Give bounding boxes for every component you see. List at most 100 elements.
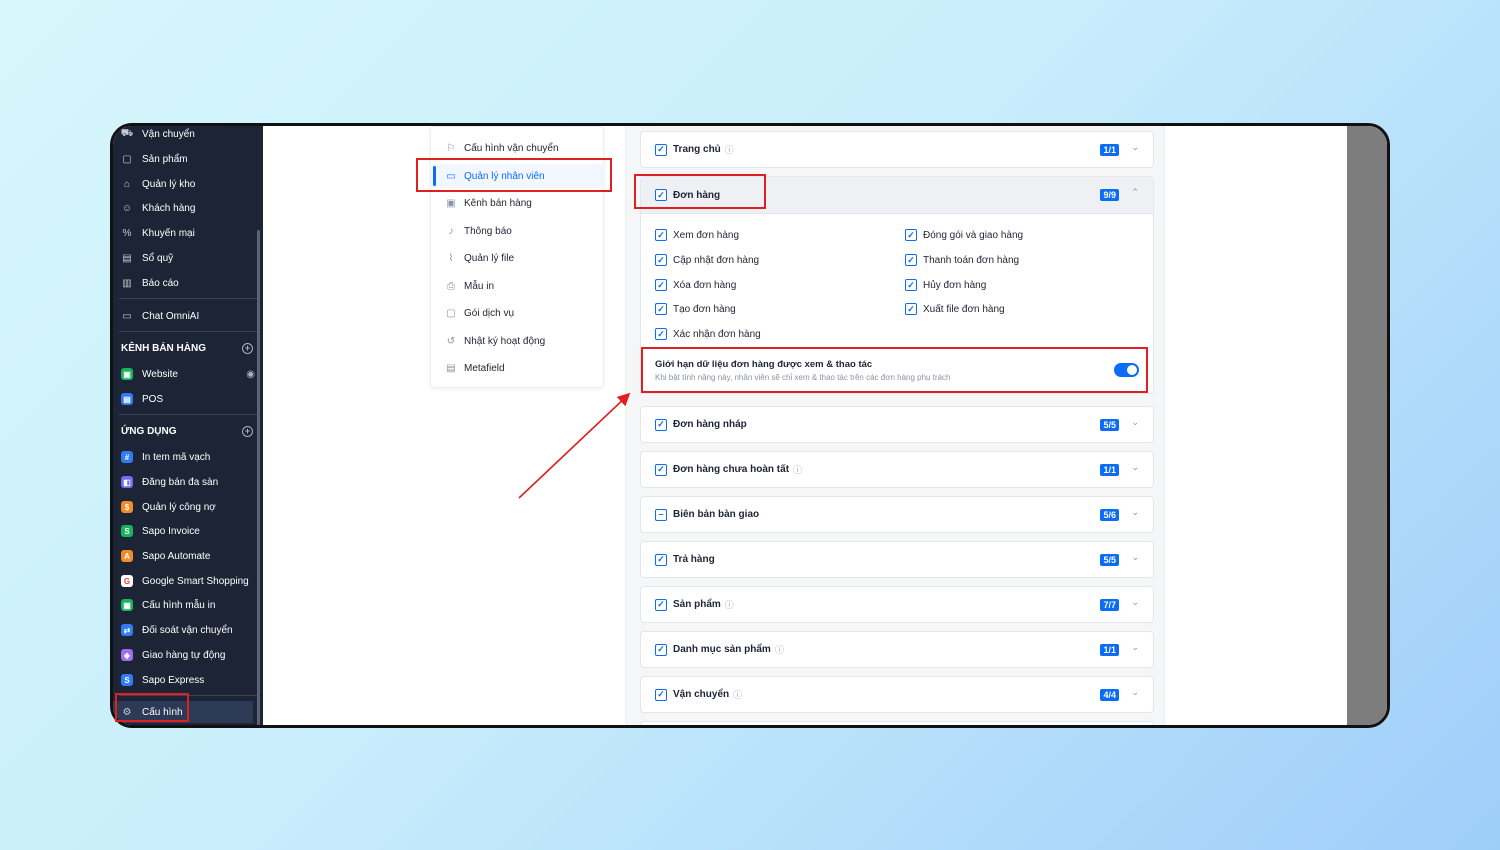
submenu-staff-management[interactable]: ▭ Quản lý nhân viên: [431, 164, 605, 188]
count-badge: 5/6: [1100, 509, 1119, 521]
perm-export-orders[interactable]: ✓ Xuất file đơn hàng: [905, 303, 1005, 315]
chevron-down-icon[interactable]: ⌄: [1131, 552, 1139, 563]
sidebar-item-shipping[interactable]: ⛟ Vận chuyển: [113, 126, 263, 145]
checkbox-checked-icon[interactable]: ✓: [655, 643, 667, 656]
checkbox-checked-icon[interactable]: ✓: [655, 688, 667, 701]
sidebar-app-barcode[interactable]: # In tem mã vạch: [113, 446, 263, 468]
checkbox-checked-icon[interactable]: ✓: [655, 143, 667, 156]
submenu-sales-channels[interactable]: ▣ Kênh bán hàng: [431, 191, 605, 215]
sidebar-item-settings[interactable]: ⚙ Cấu hình: [113, 701, 253, 723]
sidebar-item-products[interactable]: ▢ Sản phẩm: [113, 148, 263, 170]
auto-delivery-icon: ◈: [121, 649, 133, 661]
checkbox-checked-icon[interactable]: ✓: [655, 303, 667, 315]
perm-cancel-orders[interactable]: ✓ Hủy đơn hàng: [905, 279, 986, 291]
sidebar-item-chat[interactable]: ▭ Chat OmniAI: [113, 305, 263, 327]
permission-group-products[interactable]: ✓ Sản phẩm ⓘ 7/7 ⌄: [640, 586, 1154, 623]
submenu-notifications[interactable]: ♪ Thông báo: [431, 219, 605, 243]
sidebar-app-multichannel[interactable]: ◧ Đăng bán đa sàn: [113, 471, 263, 493]
sidebar-app-reconcile[interactable]: ⇄ Đối soát vận chuyển: [113, 619, 263, 641]
orders-header[interactable]: ✓ Đơn hàng 9/9 ⌃: [641, 177, 1153, 214]
chevron-down-icon[interactable]: ⌄: [1131, 597, 1139, 608]
permission-group-orders: ✓ Đơn hàng 9/9 ⌃ ✓ Xem đơn hàng ✓ Cập nhật…: [640, 176, 1154, 394]
sidebar-item-cashbook[interactable]: ▤ Sổ quỹ: [113, 247, 263, 269]
help-icon[interactable]: ⓘ: [725, 598, 734, 611]
sidebar-app-print-template[interactable]: ▦ Cấu hình mẫu in: [113, 594, 263, 616]
perm-view-orders[interactable]: ✓ Xem đơn hàng: [655, 229, 739, 241]
sidebar-item-reports[interactable]: ▥ Báo cáo: [113, 272, 263, 294]
submenu-metafield[interactable]: ▤ Metafield: [431, 356, 605, 380]
checkbox-checked-icon[interactable]: ✓: [905, 303, 917, 315]
sidebar-app-invoice[interactable]: S Sapo Invoice: [113, 520, 263, 542]
permission-group-draft-orders[interactable]: ✓ Đơn hàng nháp 5/5 ⌄: [640, 406, 1154, 443]
checkbox-checked-icon[interactable]: ✓: [655, 463, 667, 476]
perm-confirm-orders[interactable]: ✓ Xác nhận đơn hàng: [655, 328, 761, 340]
reconcile-icon: ⇄: [121, 624, 133, 636]
sidebar-app-express[interactable]: S Sapo Express: [113, 669, 263, 691]
perm-delete-orders[interactable]: ✓ Xóa đơn hàng: [655, 279, 736, 291]
submenu-service-packages[interactable]: ▢ Gói dịch vụ: [431, 301, 605, 325]
eye-icon[interactable]: ◉: [246, 369, 255, 380]
submenu-file-management[interactable]: ⌇ Quản lý file: [431, 246, 605, 270]
website-icon: ▣: [121, 368, 133, 380]
checkbox-checked-icon[interactable]: ✓: [655, 279, 667, 291]
permission-group-shipping[interactable]: ✓ Vận chuyển ⓘ 4/4 ⌄: [640, 676, 1154, 713]
history-icon: ↺: [446, 335, 456, 347]
permission-group-categories[interactable]: ✓ Danh mục sản phẩm ⓘ 1/1 ⌄: [640, 631, 1154, 668]
bell-icon: ♪: [448, 225, 454, 237]
permission-group-next[interactable]: [640, 721, 1154, 725]
chevron-up-icon[interactable]: ⌃: [1131, 187, 1139, 198]
checkbox-checked-icon[interactable]: ✓: [905, 279, 917, 291]
sidebar-app-debt[interactable]: $ Quản lý công nợ: [113, 496, 263, 518]
chevron-down-icon[interactable]: ⌄: [1131, 417, 1139, 428]
count-badge: 4/4: [1100, 689, 1119, 701]
perm-pack-ship[interactable]: ✓ Đóng gói và giao hàng: [905, 229, 1023, 241]
sidebar-item-customers[interactable]: ☺ Khách hàng: [113, 197, 263, 219]
shipping-config-icon: ⚐: [446, 142, 456, 154]
count-badge: 1/1: [1100, 464, 1119, 476]
help-icon[interactable]: ⓘ: [793, 463, 802, 476]
checkbox-checked-icon[interactable]: ✓: [655, 229, 667, 241]
checkbox-checked-icon[interactable]: ✓: [655, 328, 667, 340]
help-icon[interactable]: ⓘ: [775, 643, 784, 656]
submenu-activity-log[interactable]: ↺ Nhật ký hoạt động: [431, 329, 605, 353]
permission-group-home[interactable]: ✓ Trang chủ ⓘ 1/1 ⌄: [640, 131, 1154, 168]
limit-data-toggle[interactable]: [1114, 363, 1139, 377]
count-badge: 1/1: [1100, 144, 1119, 156]
submenu-print-templates[interactable]: ⎙ Mẫu in: [431, 274, 605, 298]
checkbox-checked-icon[interactable]: ✓: [655, 189, 667, 201]
checkbox-checked-icon[interactable]: ✓: [655, 598, 667, 611]
sidebar-app-automate[interactable]: A Sapo Automate: [113, 545, 263, 567]
perm-pay-orders[interactable]: ✓ Thanh toán đơn hàng: [905, 254, 1019, 266]
permission-group-returns[interactable]: ✓ Trả hàng 5/5 ⌄: [640, 541, 1154, 578]
chevron-down-icon[interactable]: ⌄: [1131, 687, 1139, 698]
sidebar-item-pos[interactable]: ▤ POS: [113, 388, 263, 410]
sidebar-app-auto-delivery[interactable]: ◈ Giao hàng tự động: [113, 644, 263, 666]
limit-data-title: Giới hạn dữ liệu đơn hàng được xem & tha…: [655, 359, 873, 370]
checkbox-checked-icon[interactable]: ✓: [655, 553, 667, 566]
chevron-down-icon[interactable]: ⌄: [1131, 642, 1139, 653]
checkbox-checked-icon[interactable]: ✓: [655, 418, 667, 431]
sidebar-app-google[interactable]: G Google Smart Shopping: [113, 570, 263, 592]
help-icon[interactable]: ⓘ: [725, 143, 734, 156]
checkbox-partial-icon[interactable]: –: [655, 508, 667, 521]
add-app-icon[interactable]: +: [242, 425, 253, 437]
checkbox-checked-icon[interactable]: ✓: [655, 254, 667, 266]
add-channel-icon[interactable]: +: [242, 342, 253, 354]
sidebar-item-promotions[interactable]: % Khuyến mại: [113, 222, 263, 244]
help-icon[interactable]: ⓘ: [733, 688, 742, 701]
sidebar-item-warehouse[interactable]: ⌂ Quản lý kho: [113, 173, 263, 195]
submenu-shipping-config[interactable]: ⚐ Cấu hình vận chuyển: [431, 136, 605, 160]
count-badge: 5/5: [1100, 419, 1119, 431]
sidebar-scrollbar[interactable]: [257, 230, 260, 725]
sidebar-item-website[interactable]: ▣ Website ◉: [113, 363, 263, 385]
permission-group-handover[interactable]: – Biên bản bàn giao 5/6 ⌄: [640, 496, 1154, 533]
perm-update-orders[interactable]: ✓ Cập nhật đơn hàng: [655, 254, 759, 266]
permission-group-incomplete-orders[interactable]: ✓ Đơn hàng chưa hoàn tất ⓘ 1/1 ⌄: [640, 451, 1154, 488]
chevron-down-icon[interactable]: ⌄: [1131, 462, 1139, 473]
checkbox-checked-icon[interactable]: ✓: [905, 229, 917, 241]
checkbox-checked-icon[interactable]: ✓: [905, 254, 917, 266]
chevron-down-icon[interactable]: ⌄: [1131, 142, 1139, 153]
perm-create-orders[interactable]: ✓ Tạo đơn hàng: [655, 303, 736, 315]
chevron-down-icon[interactable]: ⌄: [1131, 507, 1139, 518]
count-badge: 7/7: [1100, 599, 1119, 611]
